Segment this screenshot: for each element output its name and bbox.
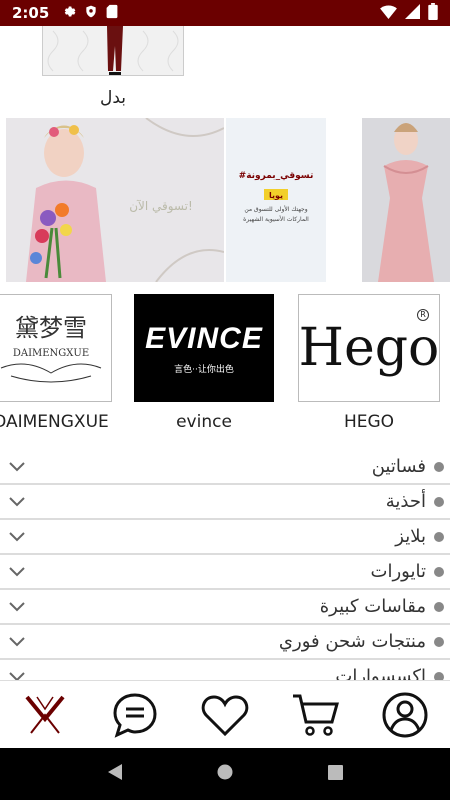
banner-model-image: تسوقي الآن! <box>6 118 224 282</box>
bullet-dot <box>434 531 444 542</box>
bullet-dot <box>434 566 444 577</box>
home-icon[interactable] <box>217 764 233 784</box>
battery-icon <box>428 2 438 24</box>
chevron-down-icon <box>8 633 26 651</box>
category-list: فساتين أحذية بلايز تايورات مقاسات كبيرة … <box>0 450 450 680</box>
bullet-dot <box>434 601 444 612</box>
banner-flexible-image: #تسوقي_بمرونة مع يويا وجهتك الأولى للتسو… <box>226 118 326 282</box>
cart-icon <box>293 694 339 736</box>
hego-logo-text: Hego <box>298 318 440 378</box>
brand-label-evince: evince <box>176 412 232 432</box>
category-label: إكسسوارات <box>335 666 426 680</box>
daimengxue-logo: 黛梦雪 DAIMENGXUE <box>0 314 102 383</box>
bullet-dot <box>434 461 444 472</box>
recents-icon[interactable] <box>327 764 343 784</box>
category-label-suits: بدل <box>99 88 126 108</box>
banner2-hashtag: #تسوقي_بمرونة <box>239 171 314 181</box>
bullet-dot <box>434 671 444 680</box>
chevron-down-icon <box>8 493 26 511</box>
back-icon[interactable] <box>107 763 123 785</box>
category-label: تايورات <box>370 561 426 582</box>
category-tile-suits[interactable] <box>42 26 184 76</box>
evince-logo-text: EVINCE <box>145 321 263 355</box>
brand-tile-daimengxue[interactable]: 黛梦雪 DAIMENGXUE <box>0 294 112 402</box>
android-nav-bar <box>0 748 450 800</box>
heart-icon <box>201 694 249 736</box>
category-label: منتجات شحن فوري <box>278 631 426 652</box>
signal-icon <box>405 3 420 23</box>
category-row-fast-shipping[interactable]: منتجات شحن فوري <box>0 625 450 660</box>
wifi-icon <box>380 4 397 23</box>
chevron-down-icon <box>8 668 26 680</box>
banner2-brand: يويا <box>269 191 283 200</box>
daimengxue-logo-sub: DAIMENGXUE <box>13 348 89 359</box>
evince-logo-sub: 言色··让你出色 <box>174 364 234 375</box>
chevron-down-icon <box>8 458 26 476</box>
bottom-nav <box>0 680 450 748</box>
category-row-accessories[interactable]: إكسسوارات <box>0 660 450 680</box>
status-bar: 2:05 <box>0 0 450 26</box>
chevron-down-icon <box>8 563 26 581</box>
category-row-blouses[interactable]: بلايز <box>0 520 450 555</box>
registered-mark-icon: R <box>417 309 429 321</box>
chat-icon <box>113 692 157 738</box>
suit-image <box>43 26 183 75</box>
category-row-dresses[interactable]: فساتين <box>0 450 450 485</box>
banner2-line2: وجهتك الأولى للتسوق من <box>244 205 307 213</box>
main-content: بدل تسوقي الآن! #تسوقي_بمرونة مع يويا وج… <box>0 26 450 680</box>
category-row-shoes[interactable]: أحذية <box>0 485 450 520</box>
nav-profile[interactable] <box>379 689 431 741</box>
chevron-down-icon <box>8 598 26 616</box>
promo-banner-dress[interactable] <box>362 118 450 282</box>
bullet-dot <box>434 496 444 507</box>
banner-dress-image <box>362 118 450 282</box>
banner2-line3: الماركات الأسيوية الشهيرة <box>243 215 309 223</box>
banner1-text: تسوقي الآن! <box>129 199 193 214</box>
category-row-suits[interactable]: تايورات <box>0 555 450 590</box>
shield-icon <box>84 4 98 23</box>
promo-banner-shop-now[interactable]: تسوقي الآن! <box>6 118 224 282</box>
category-row-plus-sizes[interactable]: مقاسات كبيرة <box>0 590 450 625</box>
settings-gear-icon <box>61 4 76 23</box>
brand-tile-hego[interactable]: Hego R <box>298 294 440 402</box>
status-time: 2:05 <box>12 4 50 22</box>
category-label: مقاسات كبيرة <box>319 596 426 617</box>
nav-home-logo[interactable] <box>19 689 71 741</box>
brand-label-daimengxue: DAIMENGXUE <box>0 412 109 432</box>
category-label: بلايز <box>395 526 426 547</box>
category-label: أحذية <box>385 491 426 512</box>
nav-favorites[interactable] <box>199 689 251 741</box>
brand-logo-icon <box>25 695 65 734</box>
promo-banner-flexible[interactable]: #تسوقي_بمرونة مع يويا وجهتك الأولى للتسو… <box>226 118 326 282</box>
nav-chat[interactable] <box>109 689 161 741</box>
brand-tile-evince[interactable]: EVINCE 言色··让你出色 <box>134 294 274 402</box>
brand-label-hego: HEGO <box>343 412 395 432</box>
category-label: فساتين <box>371 456 426 477</box>
nav-cart[interactable] <box>289 689 341 741</box>
chevron-down-icon <box>8 528 26 546</box>
daimengxue-logo-cn: 黛梦雪 <box>15 314 87 342</box>
sd-card-icon <box>106 4 118 23</box>
profile-icon <box>382 692 428 737</box>
bullet-dot <box>434 636 444 647</box>
